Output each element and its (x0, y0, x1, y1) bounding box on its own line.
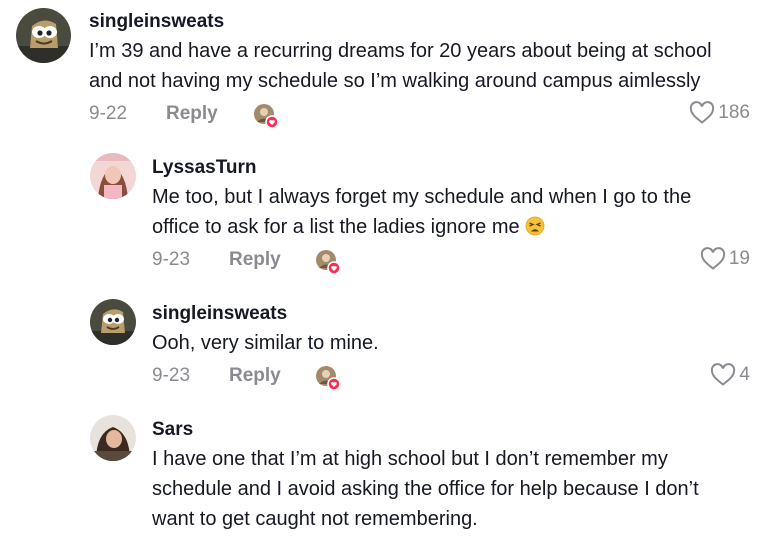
comment-text-line: schedule and I avoid asking the office f… (152, 478, 699, 500)
comment-text-line: want to get caught not remembering. (152, 508, 478, 530)
comment-text-line: and not having my schedule so I’m walkin… (89, 70, 701, 92)
heart-outline-icon (690, 101, 715, 124)
comment-text-line: Me too, but I always forget my schedule … (152, 186, 692, 208)
avatar-sars[interactable] (90, 415, 136, 461)
creator-liked-badge (253, 103, 279, 129)
like-button[interactable]: 4 (710, 363, 750, 387)
heart-outline-icon (711, 363, 736, 386)
reply-button[interactable]: Reply (229, 249, 281, 271)
avatar-lyssasturn[interactable] (90, 153, 136, 199)
comment-date: 9-23 (152, 365, 191, 386)
comment-username[interactable]: singleinsweats (89, 11, 224, 33)
avatar-singleinsweats[interactable] (16, 8, 71, 63)
comment-text: office to ask for a list the ladies igno… (152, 216, 520, 238)
tired-face-emoji (525, 216, 545, 246)
comment-username[interactable]: LyssasTurn (152, 157, 257, 179)
comment-date: 9-22 (89, 103, 128, 124)
comment-text-line: Ooh, very similar to mine. (152, 332, 379, 354)
comment-text-line: office to ask for a list the ladies igno… (152, 213, 545, 246)
comment-username[interactable]: Sars (152, 419, 193, 441)
avatar-singleinsweats[interactable] (90, 299, 136, 345)
comment-date: 9-23 (152, 249, 191, 270)
comment-username[interactable]: singleinsweats (152, 303, 287, 325)
like-button[interactable]: 186 (689, 101, 750, 125)
creator-liked-badge (315, 249, 341, 275)
like-count: 186 (718, 102, 750, 123)
reply-button[interactable]: Reply (229, 365, 281, 387)
like-count: 19 (728, 248, 750, 269)
heart-outline-icon (700, 247, 725, 270)
reply-button[interactable]: Reply (166, 103, 218, 125)
creator-liked-badge (315, 365, 341, 391)
like-button[interactable]: 19 (700, 247, 750, 271)
like-count: 4 (739, 364, 750, 385)
comment-text-line: I have one that I’m at high school but I… (152, 448, 668, 470)
comment-text-line: I’m 39 and have a recurring dreams for 2… (89, 40, 712, 62)
